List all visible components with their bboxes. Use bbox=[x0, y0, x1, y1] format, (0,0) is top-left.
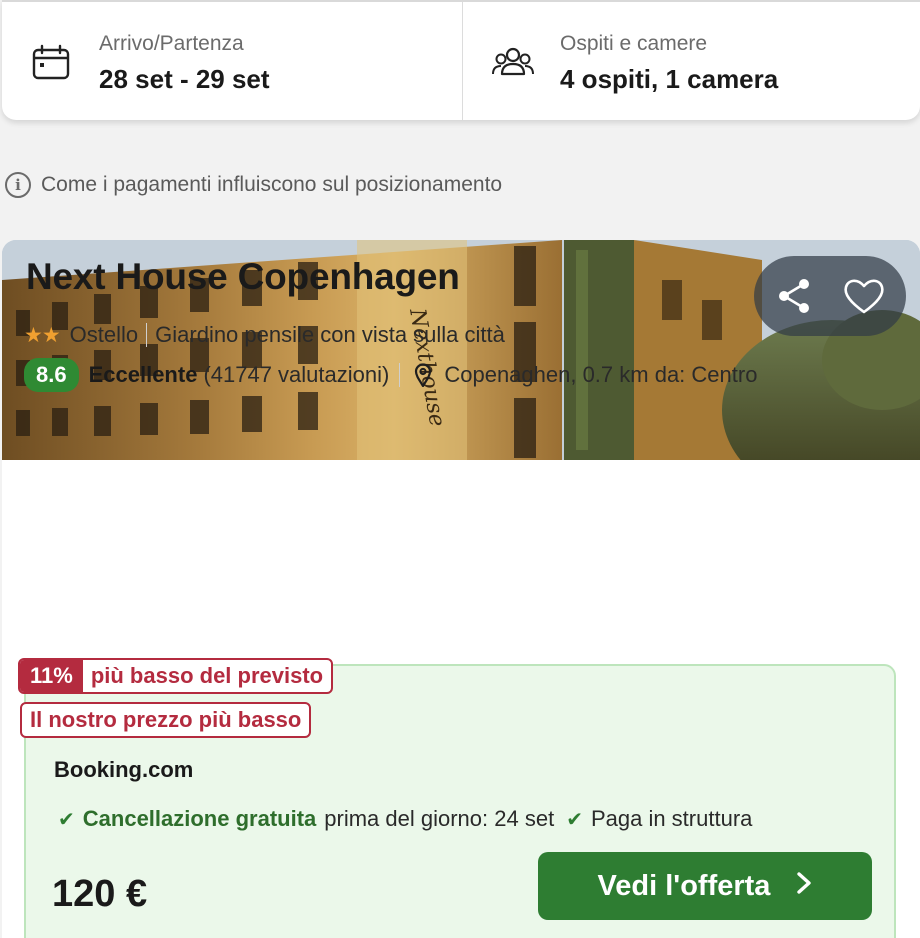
review-count: (41747 valutazioni) bbox=[203, 362, 390, 387]
guests-icon bbox=[491, 44, 534, 82]
check-icon: ✔ bbox=[566, 808, 583, 831]
divider bbox=[146, 323, 148, 347]
photo-actions bbox=[754, 256, 906, 336]
hotel-meta: ★★ Ostello Giardino pensile con vista su… bbox=[24, 320, 505, 350]
discount-percent: 11% bbox=[20, 660, 83, 692]
dates-value: 28 set - 29 set bbox=[99, 64, 270, 94]
hotel-name[interactable]: Next House Copenhagen bbox=[26, 256, 460, 298]
pay-at-property: Paga in struttura bbox=[590, 806, 753, 831]
info-icon: i bbox=[5, 172, 31, 198]
share-icon[interactable] bbox=[772, 274, 816, 318]
dates-selector[interactable]: Arrivo/Partenza 28 set - 29 set bbox=[2, 2, 463, 120]
star-rating-icon: ★★ bbox=[24, 323, 61, 347]
rating-badge: 8.6 bbox=[24, 358, 79, 392]
hotel-location: Copenaghen, 0.7 km da: Centro bbox=[444, 362, 758, 387]
guests-selector[interactable]: Ospiti e camere 4 ospiti, 1 camera bbox=[463, 2, 920, 120]
view-deal-button[interactable]: Vedi l'offerta bbox=[538, 852, 872, 920]
hotel-feature: Giardino pensile con vista sulla città bbox=[155, 322, 505, 347]
price: 120 € bbox=[52, 873, 148, 915]
cancellation-deadline: prima del giorno: 24 set bbox=[324, 806, 555, 831]
heart-icon[interactable] bbox=[842, 274, 886, 318]
hotel-type: Ostello bbox=[69, 322, 139, 347]
guests-label: Ospiti e camere bbox=[560, 32, 708, 55]
discount-tag: 11% più basso del previsto bbox=[18, 658, 334, 694]
divider bbox=[399, 363, 401, 387]
calendar-icon bbox=[30, 44, 72, 82]
best-price-tag: Il nostro prezzo più basso bbox=[20, 702, 312, 738]
rating-row: 8.6 Eccellente (41747 valutazioni) Copen… bbox=[24, 357, 757, 393]
ranking-info-link[interactable]: i Come i pagamenti influiscono sul posiz… bbox=[5, 171, 502, 199]
search-summary-card: Arrivo/Partenza 28 set - 29 set Ospiti e… bbox=[2, 0, 920, 120]
check-icon: ✔ bbox=[58, 808, 75, 831]
guests-value: 4 ospiti, 1 camera bbox=[560, 64, 779, 94]
view-deal-label: Vedi l'offerta bbox=[597, 869, 771, 902]
discount-text: più basso del previsto bbox=[90, 663, 324, 688]
provider-name: Booking.com bbox=[54, 757, 194, 782]
map-pin-icon bbox=[414, 363, 432, 387]
dates-label: Arrivo/Partenza bbox=[99, 32, 244, 55]
chevron-right-icon bbox=[796, 870, 812, 903]
rating-word: Eccellente bbox=[88, 362, 198, 387]
deal-perks: ✔ Cancellazione gratuita prima del giorn… bbox=[58, 804, 752, 834]
free-cancellation: Cancellazione gratuita bbox=[82, 806, 317, 831]
ranking-info-text: Come i pagamenti influiscono sul posizio… bbox=[41, 173, 503, 196]
